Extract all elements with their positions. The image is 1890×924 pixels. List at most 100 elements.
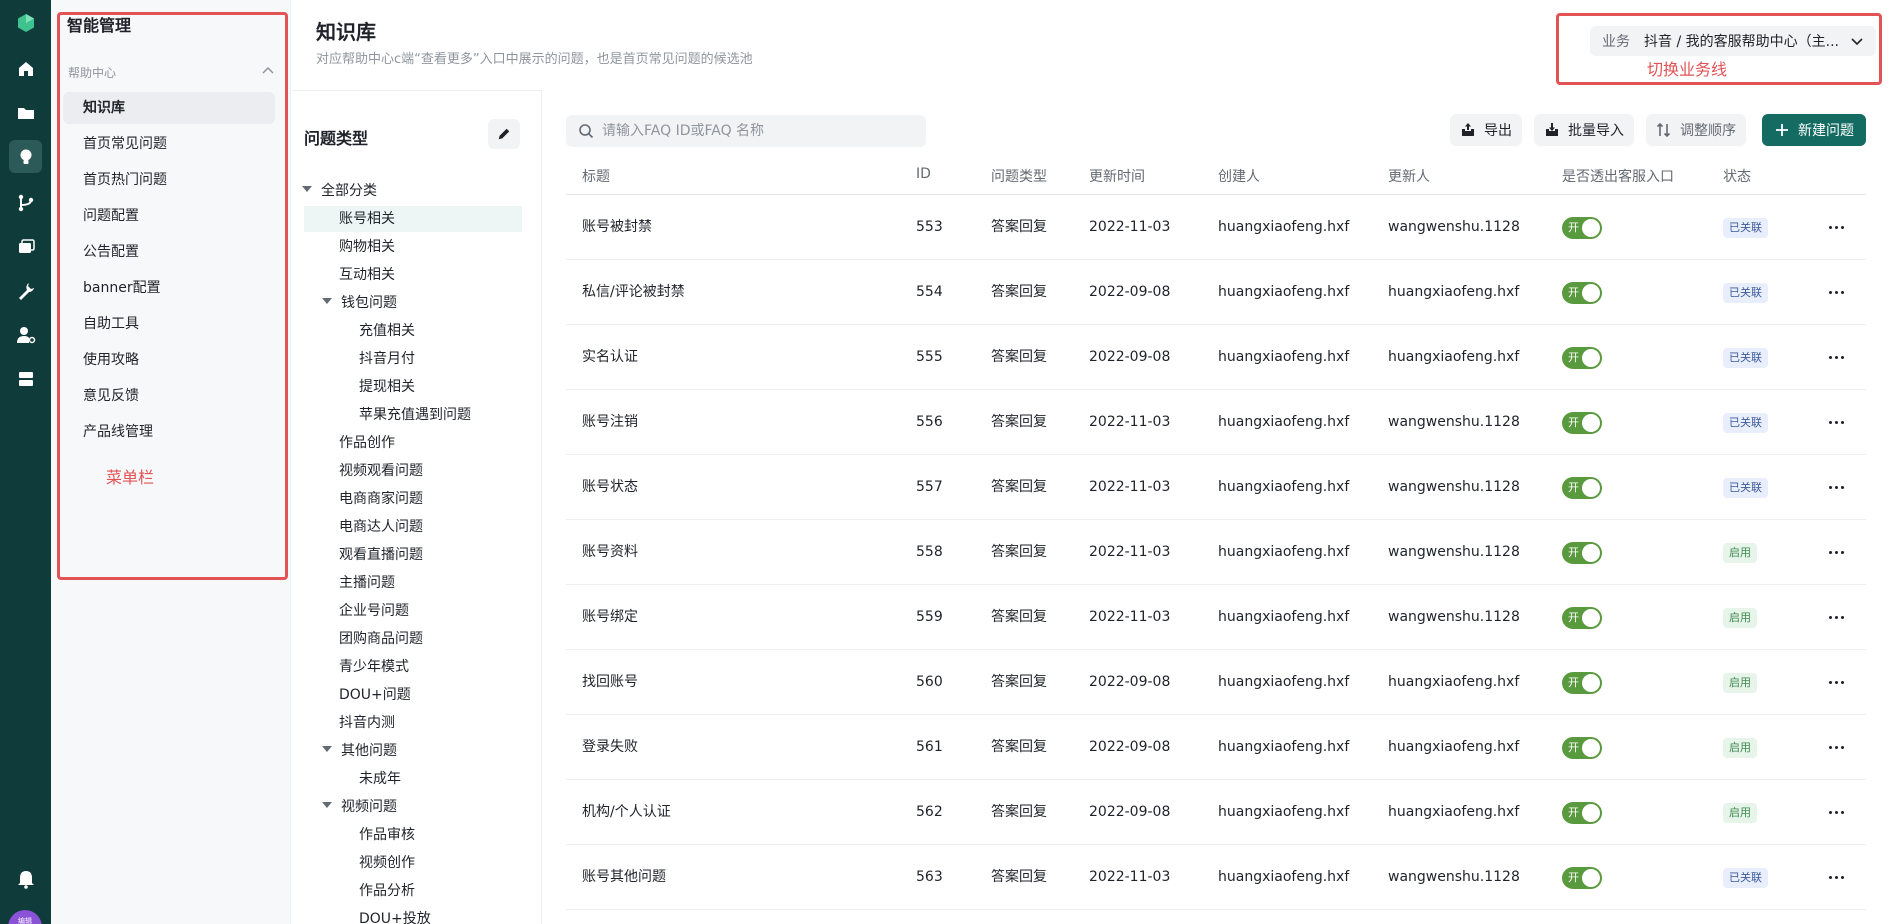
tree-node[interactable]: 互动相关 <box>339 262 395 288</box>
service-entry-toggle[interactable]: 开 <box>1562 477 1602 499</box>
status-badge: 已关联 <box>1723 283 1768 303</box>
table-row[interactable]: 账号其他问题 563 答案回复 2022-11-03 huangxiaofeng.hxf… <box>566 845 1866 910</box>
reorder-button[interactable]: 调整顺序 <box>1646 114 1746 146</box>
service-entry-toggle[interactable]: 开 <box>1562 802 1602 824</box>
tree-node[interactable]: 提现相关 <box>359 374 415 400</box>
service-entry-toggle[interactable]: 开 <box>1562 412 1602 434</box>
tree-node[interactable]: 其他问题 <box>322 738 397 764</box>
tree-node[interactable]: DOU+问题 <box>339 682 411 708</box>
more-options-icon[interactable] <box>1822 605 1850 629</box>
caret-down-icon[interactable] <box>302 186 312 192</box>
layers-icon[interactable] <box>9 230 42 263</box>
cell-updated: 2022-09-08 <box>1089 674 1171 690</box>
tree-node[interactable]: 全部分类 <box>302 178 377 204</box>
caret-down-icon[interactable] <box>322 746 332 752</box>
batch-import-button[interactable]: 批量导入 <box>1534 114 1634 146</box>
menu-item[interactable]: 意见反馈 <box>63 380 275 412</box>
folder-icon[interactable] <box>9 96 42 129</box>
branch-icon[interactable] <box>9 186 42 219</box>
menu-item[interactable]: 知识库 <box>63 92 275 124</box>
toggle-knob <box>1582 869 1600 887</box>
lightbulb-icon[interactable] <box>9 140 42 173</box>
tree-node[interactable]: 苹果充值遇到问题 <box>359 402 471 428</box>
table-row[interactable]: 账号状态 557 答案回复 2022-11-03 huangxiaofeng.hxf wa… <box>566 455 1866 520</box>
tree-node[interactable]: 作品分析 <box>359 878 415 904</box>
user-settings-icon[interactable] <box>9 318 42 351</box>
menu-item[interactable]: 使用攻略 <box>63 344 275 376</box>
app-logo-icon[interactable] <box>9 6 42 39</box>
more-options-icon[interactable] <box>1822 215 1850 239</box>
tree-node[interactable]: 青少年模式 <box>339 654 409 680</box>
bell-icon[interactable] <box>9 862 42 895</box>
menu-item[interactable]: 产品线管理 <box>63 416 275 448</box>
tree-node[interactable]: 企业号问题 <box>339 598 409 624</box>
service-entry-toggle[interactable]: 开 <box>1562 347 1602 369</box>
table-row[interactable]: 账号绑定 559 答案回复 2022-11-03 huangxiaofeng.hxf wa… <box>566 585 1866 650</box>
menu-item[interactable]: 自助工具 <box>63 308 275 340</box>
tree-node[interactable]: 充值相关 <box>359 318 415 344</box>
table-row[interactable]: 找回账号 560 答案回复 2022-09-08 huangxiaofeng.hxf hu… <box>566 650 1866 715</box>
more-options-icon[interactable] <box>1822 735 1850 759</box>
menu-title: 智能管理 <box>67 16 132 35</box>
menu-item[interactable]: 问题配置 <box>63 200 275 232</box>
tree-node[interactable]: 账号相关 <box>304 206 522 232</box>
cell-title: 账号注销 <box>582 414 638 430</box>
tree-node[interactable]: 主播问题 <box>339 570 395 596</box>
avatar[interactable]: 编辑 <box>8 910 42 924</box>
more-options-icon[interactable] <box>1822 280 1850 304</box>
menu-item[interactable]: 首页热门问题 <box>63 164 275 196</box>
tree-node[interactable]: 抖音月付 <box>359 346 415 372</box>
table-row[interactable]: 私信/评论被封禁 554 答案回复 2022-09-08 huangxiaofeng.h… <box>566 260 1866 325</box>
home-icon[interactable] <box>9 52 42 85</box>
tree-node[interactable]: 电商达人问题 <box>339 514 423 540</box>
tree-node[interactable]: 购物相关 <box>339 234 395 260</box>
tree-node[interactable]: 视频观看问题 <box>339 458 423 484</box>
service-entry-toggle[interactable]: 开 <box>1562 282 1602 304</box>
tree-node[interactable]: 电商商家问题 <box>339 486 423 512</box>
cell-id: 558 <box>916 544 943 560</box>
more-options-icon[interactable] <box>1822 345 1850 369</box>
tree-node[interactable]: 抖音内测 <box>339 710 395 736</box>
table-row[interactable]: 机构/个人认证 562 答案回复 2022-09-08 huangxiaofeng.hx… <box>566 780 1866 845</box>
menu-item[interactable]: 公告配置 <box>63 236 275 268</box>
tree-node[interactable]: 观看直播问题 <box>339 542 423 568</box>
new-question-button[interactable]: 新建问题 <box>1762 114 1866 146</box>
tree-node[interactable]: 钱包问题 <box>322 290 397 316</box>
table-row[interactable]: 账号资料 558 答案回复 2022-11-03 huangxiaofeng.hxf wa… <box>566 520 1866 585</box>
table-row[interactable]: 账号注销 556 答案回复 2022-11-03 huangxiaofeng.hxf wa… <box>566 390 1866 455</box>
menu-item[interactable]: banner配置 <box>63 272 275 304</box>
service-entry-toggle[interactable]: 开 <box>1562 867 1602 889</box>
service-entry-toggle[interactable]: 开 <box>1562 217 1602 239</box>
search-input[interactable] <box>602 123 902 139</box>
service-entry-toggle[interactable]: 开 <box>1562 542 1602 564</box>
export-button[interactable]: 导出 <box>1450 114 1522 146</box>
tree-node[interactable]: 作品创作 <box>339 430 395 456</box>
more-options-icon[interactable] <box>1822 540 1850 564</box>
more-options-icon[interactable] <box>1822 475 1850 499</box>
caret-down-icon[interactable] <box>322 802 332 808</box>
search-box[interactable] <box>566 115 926 147</box>
more-options-icon[interactable] <box>1822 410 1850 434</box>
service-entry-toggle[interactable]: 开 <box>1562 737 1602 759</box>
tree-node[interactable]: 视频创作 <box>359 850 415 876</box>
tree-node[interactable]: 作品审核 <box>359 822 415 848</box>
chevron-up-icon[interactable] <box>261 64 275 78</box>
menu-item[interactable]: 首页常见问题 <box>63 128 275 160</box>
tree-node[interactable]: DOU+投放 <box>359 906 431 924</box>
more-options-icon[interactable] <box>1822 800 1850 824</box>
menu-group-label[interactable]: 帮助中心 <box>68 64 116 81</box>
table-row[interactable]: 实名认证 555 答案回复 2022-09-08 huangxiaofeng.hxf hu… <box>566 325 1866 390</box>
server-icon[interactable] <box>9 362 42 395</box>
service-entry-toggle[interactable]: 开 <box>1562 672 1602 694</box>
service-entry-toggle[interactable]: 开 <box>1562 607 1602 629</box>
tree-node[interactable]: 视频问题 <box>322 794 397 820</box>
more-options-icon[interactable] <box>1822 670 1850 694</box>
caret-down-icon[interactable] <box>322 298 332 304</box>
tree-node[interactable]: 团购商品问题 <box>339 626 423 652</box>
table-row[interactable]: 账号被封禁 553 答案回复 2022-11-03 huangxiaofeng.hxf w… <box>566 195 1866 260</box>
edit-category-button[interactable] <box>488 119 520 149</box>
wrench-icon[interactable] <box>9 274 42 307</box>
more-options-icon[interactable] <box>1822 865 1850 889</box>
tree-node[interactable]: 未成年 <box>359 766 401 792</box>
table-row[interactable]: 登录失败 561 答案回复 2022-09-08 huangxiaofeng.hxf hu… <box>566 715 1866 780</box>
